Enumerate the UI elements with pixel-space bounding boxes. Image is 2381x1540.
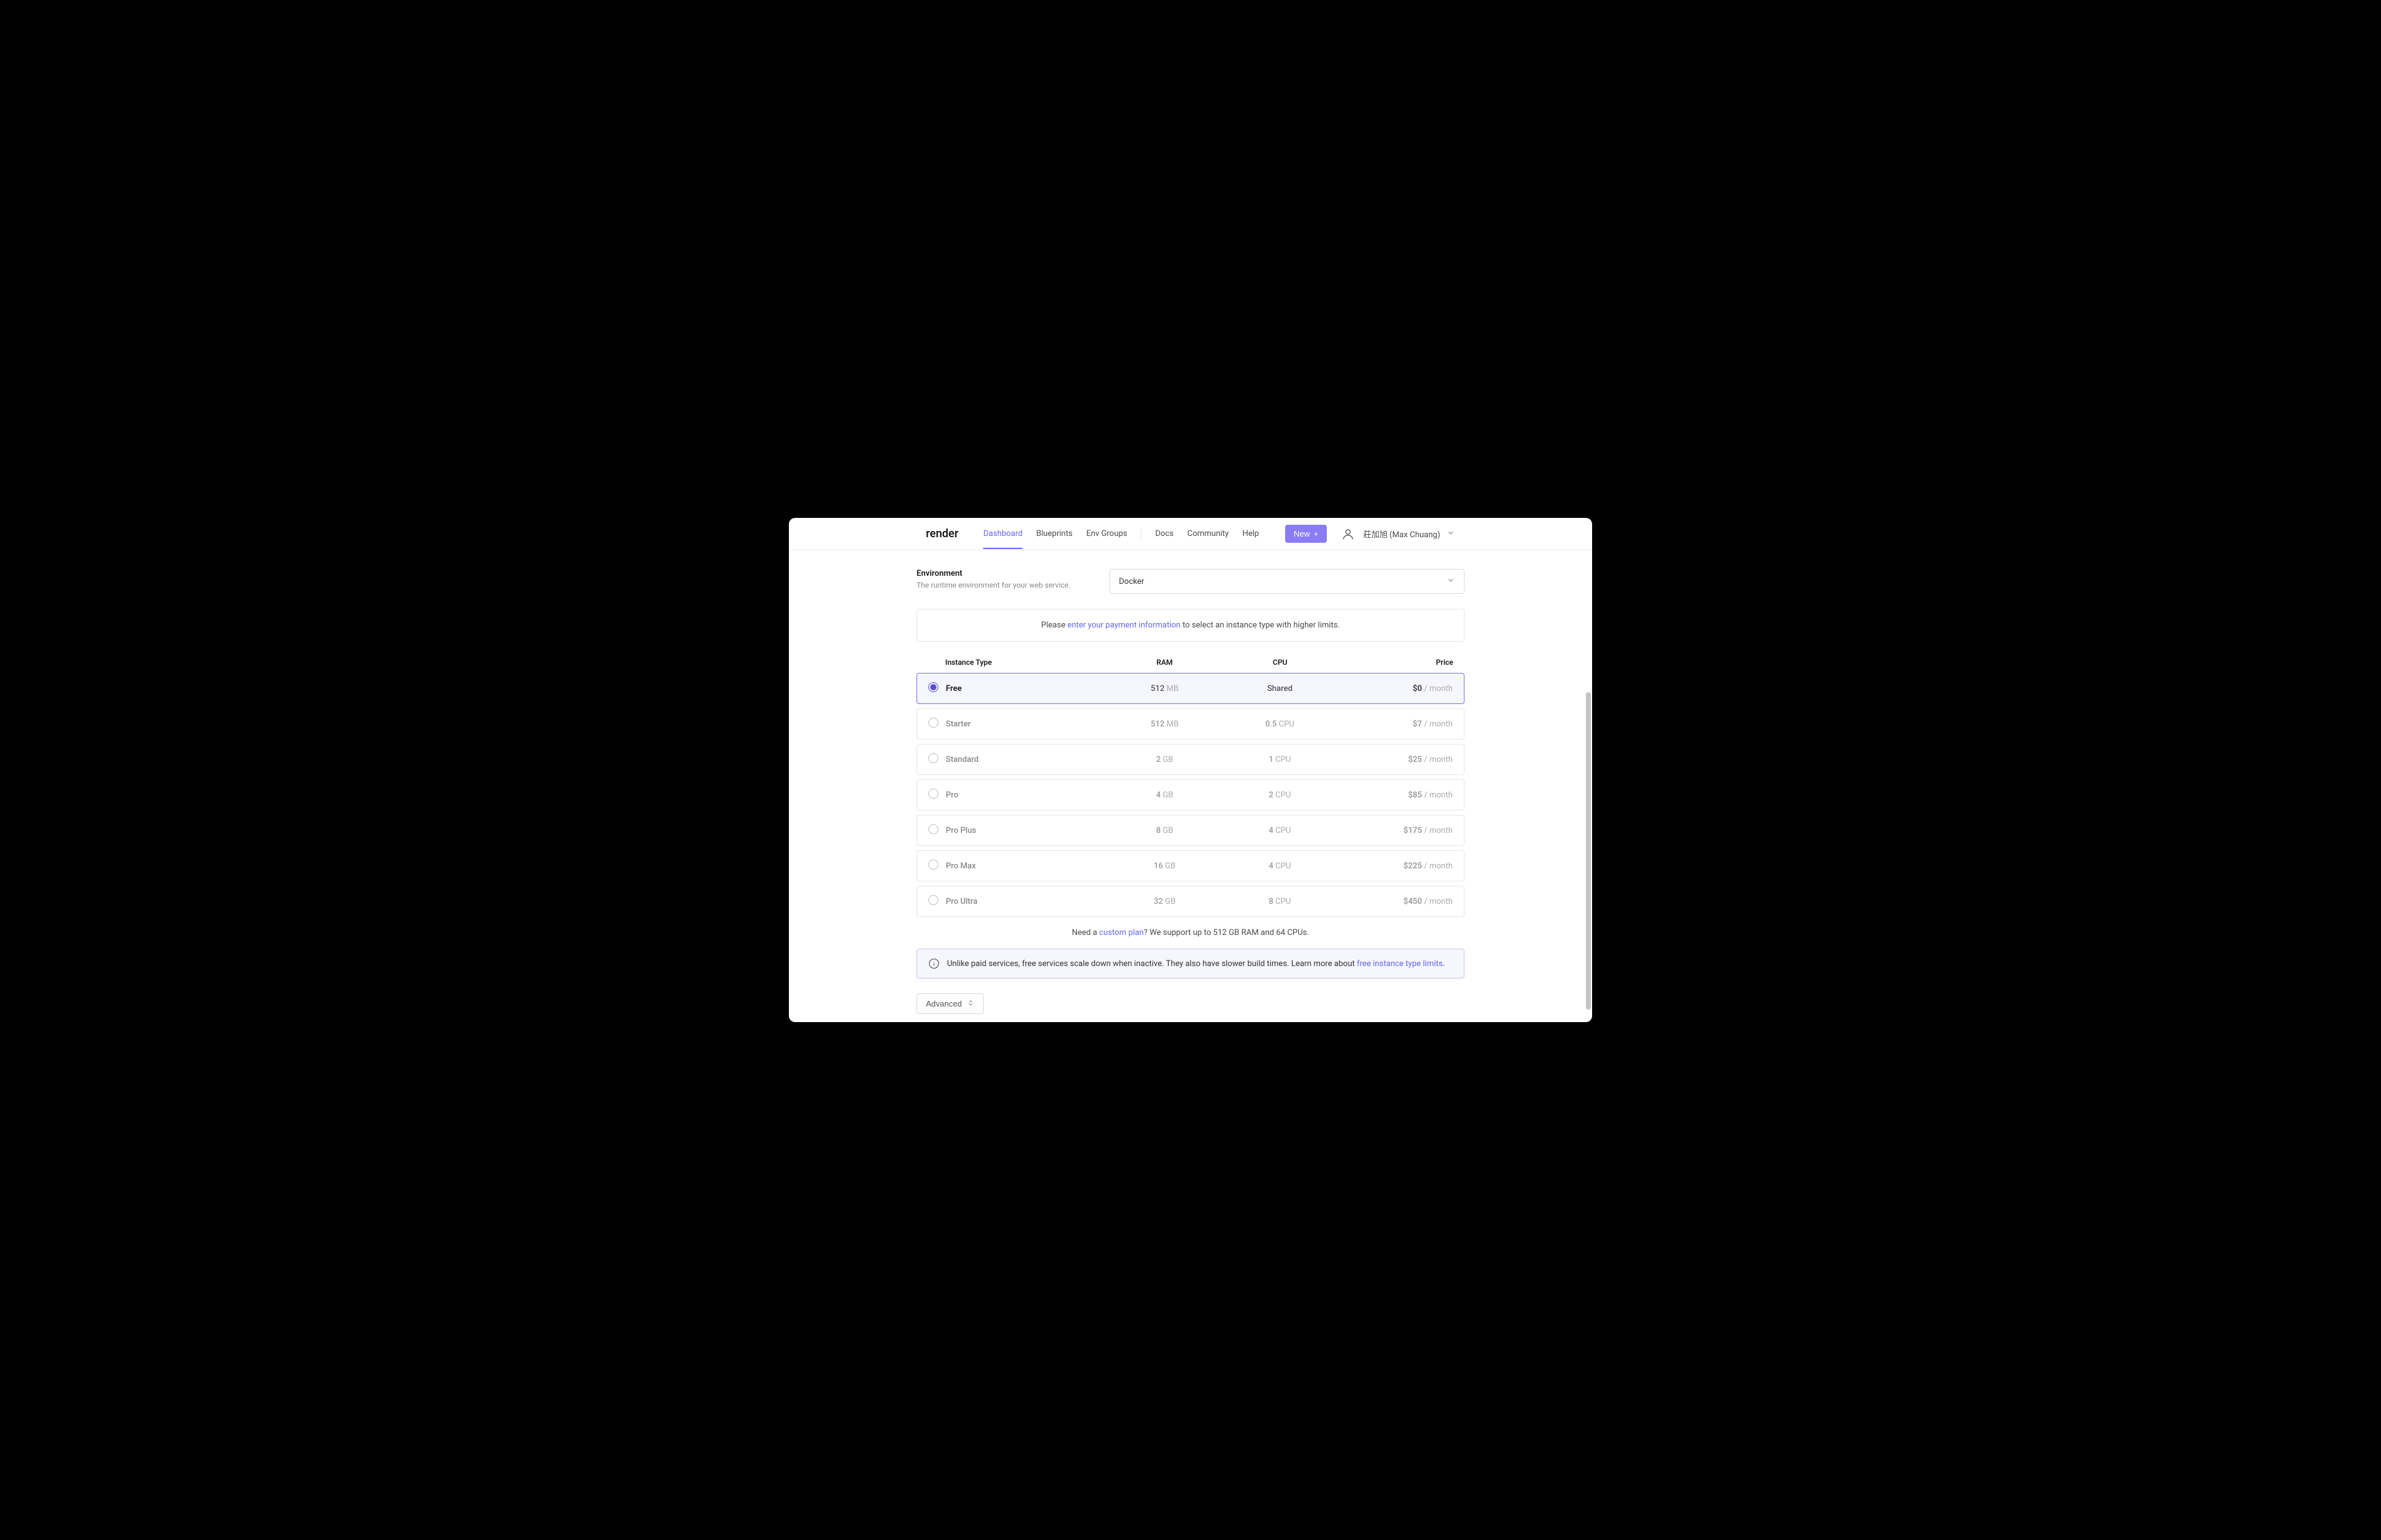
tier-price: $450 / month [1337, 897, 1453, 906]
tier-cpu: 4 CPU [1222, 826, 1337, 835]
payment-notice: Please enter your payment information to… [917, 609, 1464, 642]
primary-nav: Dashboard Blueprints Env Groups Docs Com… [983, 519, 1259, 548]
tier-name: Pro Ultra [946, 897, 1107, 906]
payment-notice-suffix: to select an instance type with higher l… [1181, 621, 1340, 630]
tier-price: $0 / month [1337, 684, 1453, 693]
custom-plan-prefix: Need a [1072, 928, 1099, 937]
tier-cpu: Shared [1222, 684, 1337, 693]
environment-value: Docker [1119, 577, 1144, 586]
nav-docs[interactable]: Docs [1155, 519, 1173, 548]
tier-price: $175 / month [1337, 826, 1453, 835]
tier-radio[interactable] [928, 682, 938, 692]
tier-cpu: 1 CPU [1222, 755, 1337, 764]
free-banner-text: Unlike paid services, free services scal… [947, 959, 1357, 969]
nav-blueprints[interactable]: Blueprints [1036, 519, 1072, 548]
free-banner-suffix: . [1443, 959, 1445, 969]
tier-name: Free [946, 684, 1107, 693]
tier-row-standard[interactable]: Standard2 GB1 CPU$25 / month [917, 744, 1464, 775]
tier-name: Pro Max [946, 862, 1107, 871]
custom-plan-link[interactable]: custom plan [1099, 928, 1144, 937]
tier-ram: 512 MB [1107, 720, 1222, 729]
tier-table-header: Instance Type RAM CPU Price [917, 652, 1464, 673]
environment-desc: The runtime environment for your web ser… [917, 581, 1091, 589]
tier-radio[interactable] [928, 753, 938, 763]
header-cpu: CPU [1222, 658, 1337, 667]
tier-row-pro-ultra[interactable]: Pro Ultra32 GB8 CPU$450 / month [917, 886, 1464, 917]
free-limits-link[interactable]: free instance type limits [1357, 959, 1443, 969]
tier-cpu: 4 CPU [1222, 862, 1337, 871]
tier-radio[interactable] [928, 718, 938, 728]
info-icon [928, 958, 940, 969]
tier-price: $85 / month [1337, 791, 1453, 800]
advanced-label: Advanced [926, 999, 962, 1008]
custom-plan-note: Need a custom plan? We support up to 512… [917, 928, 1464, 937]
new-button-label: New [1294, 529, 1310, 538]
plus-icon: + [1314, 529, 1319, 538]
tier-row-starter[interactable]: Starter512 MB0.5 CPU$7 / month [917, 708, 1464, 739]
tier-ram: 16 GB [1107, 862, 1222, 871]
user-icon [1339, 525, 1357, 543]
new-button[interactable]: New + [1285, 525, 1327, 543]
tier-name: Standard [946, 755, 1107, 764]
tier-name: Pro Plus [946, 826, 1107, 835]
tier-row-free[interactable]: Free512 MBShared$0 / month [917, 673, 1464, 704]
tier-price: $225 / month [1337, 862, 1453, 871]
brand-logo[interactable]: render [926, 527, 958, 540]
payment-info-link[interactable]: enter your payment information [1067, 621, 1181, 630]
sort-icon [967, 999, 974, 1008]
nav-community[interactable]: Community [1187, 519, 1229, 548]
user-menu[interactable]: 莊加旭 (Max Chuang) [1339, 525, 1455, 543]
app-window: render Dashboard Blueprints Env Groups D… [789, 518, 1592, 1022]
tier-price: $7 / month [1337, 720, 1453, 729]
environment-field: Environment The runtime environment for … [917, 569, 1464, 594]
scrollbar-thumb[interactable] [1586, 692, 1591, 1010]
environment-select[interactable]: Docker [1110, 569, 1464, 594]
tier-name: Starter [946, 720, 1107, 729]
environment-title: Environment [917, 569, 1091, 578]
custom-plan-suffix: ? We support up to 512 GB RAM and 64 CPU… [1144, 928, 1309, 937]
nav-help[interactable]: Help [1242, 519, 1259, 548]
header-ram: RAM [1107, 658, 1222, 667]
tier-ram: 2 GB [1107, 755, 1222, 764]
tier-price: $25 / month [1337, 755, 1453, 764]
chevron-down-icon [1446, 576, 1455, 587]
tier-ram: 4 GB [1107, 791, 1222, 800]
tier-row-pro-plus[interactable]: Pro Plus8 GB4 CPU$175 / month [917, 815, 1464, 846]
main-content: Environment The runtime environment for … [789, 550, 1592, 1022]
chevron-down-icon [1446, 528, 1455, 540]
tier-row-pro[interactable]: Pro4 GB2 CPU$85 / month [917, 779, 1464, 810]
nav-env-groups[interactable]: Env Groups [1087, 519, 1128, 548]
tier-ram: 8 GB [1107, 826, 1222, 835]
user-name: 莊加旭 (Max Chuang) [1363, 528, 1440, 540]
tier-radio[interactable] [928, 895, 938, 905]
tier-list: Free512 MBShared$0 / monthStarter512 MB0… [917, 673, 1464, 917]
advanced-toggle[interactable]: Advanced [917, 993, 984, 1014]
tier-cpu: 8 CPU [1222, 897, 1337, 906]
payment-notice-prefix: Please [1041, 621, 1067, 630]
header-instance-type: Instance Type [945, 658, 1107, 667]
free-tier-info-banner: Unlike paid services, free services scal… [917, 949, 1464, 979]
tier-row-pro-max[interactable]: Pro Max16 GB4 CPU$225 / month [917, 850, 1464, 881]
nav-dashboard[interactable]: Dashboard [983, 519, 1022, 548]
tier-radio[interactable] [928, 824, 938, 834]
tier-name: Pro [946, 791, 1107, 800]
header-price: Price [1338, 658, 1453, 667]
topbar: render Dashboard Blueprints Env Groups D… [789, 518, 1592, 550]
tier-radio[interactable] [928, 860, 938, 870]
tier-cpu: 2 CPU [1222, 791, 1337, 800]
tier-ram: 512 MB [1107, 684, 1222, 693]
tier-radio[interactable] [928, 789, 938, 799]
tier-ram: 32 GB [1107, 897, 1222, 906]
tier-cpu: 0.5 CPU [1222, 720, 1337, 729]
